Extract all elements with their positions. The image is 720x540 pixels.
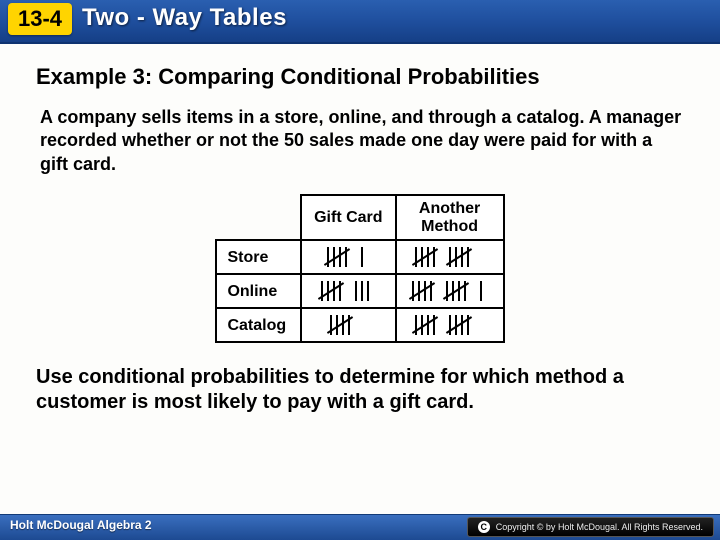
tally-store-giftcard bbox=[301, 240, 395, 274]
col-header-another-method-l2: Method bbox=[421, 218, 478, 235]
row-header-catalog: Catalog bbox=[216, 308, 301, 342]
table-row: Catalog bbox=[216, 308, 503, 342]
header-title: Two - Way Tables bbox=[82, 4, 287, 32]
tally-online-giftcard bbox=[301, 274, 395, 308]
tally-table-wrap: Gift Card AnotherMethod Store Online Cat… bbox=[36, 194, 684, 343]
copyright-badge: C Copyright © by Holt McDougal. All Righ… bbox=[467, 517, 714, 537]
table-row: Store bbox=[216, 240, 503, 274]
example-heading: Example 3: Comparing Conditional Probabi… bbox=[36, 64, 684, 90]
row-header-online: Online bbox=[216, 274, 301, 308]
footer-band: Holt McDougal Algebra 2 C Copyright © by… bbox=[0, 514, 720, 540]
problem-text: A company sells items in a store, online… bbox=[40, 106, 684, 176]
col-header-another-method-l1: Another bbox=[419, 200, 480, 217]
row-header-store: Store bbox=[216, 240, 301, 274]
tally-online-another bbox=[396, 274, 504, 308]
question-text: Use conditional probabilities to determi… bbox=[36, 365, 676, 415]
table-row: Online bbox=[216, 274, 503, 308]
copyright-icon: C bbox=[478, 521, 490, 533]
table-corner bbox=[216, 195, 301, 240]
tally-store-another bbox=[396, 240, 504, 274]
col-header-gift-card: Gift Card bbox=[301, 195, 395, 240]
header-band: 13-4 Two - Way Tables bbox=[0, 0, 720, 44]
section-badge: 13-4 bbox=[8, 3, 72, 35]
footer-book-title: Holt McDougal Algebra 2 bbox=[10, 518, 152, 532]
slide-content: Example 3: Comparing Conditional Probabi… bbox=[0, 44, 720, 415]
tally-catalog-another bbox=[396, 308, 504, 342]
tally-catalog-giftcard bbox=[301, 308, 395, 342]
tally-table: Gift Card AnotherMethod Store Online Cat… bbox=[215, 194, 504, 343]
col-header-another-method: AnotherMethod bbox=[396, 195, 504, 240]
copyright-text: Copyright © by Holt McDougal. All Rights… bbox=[496, 522, 703, 532]
